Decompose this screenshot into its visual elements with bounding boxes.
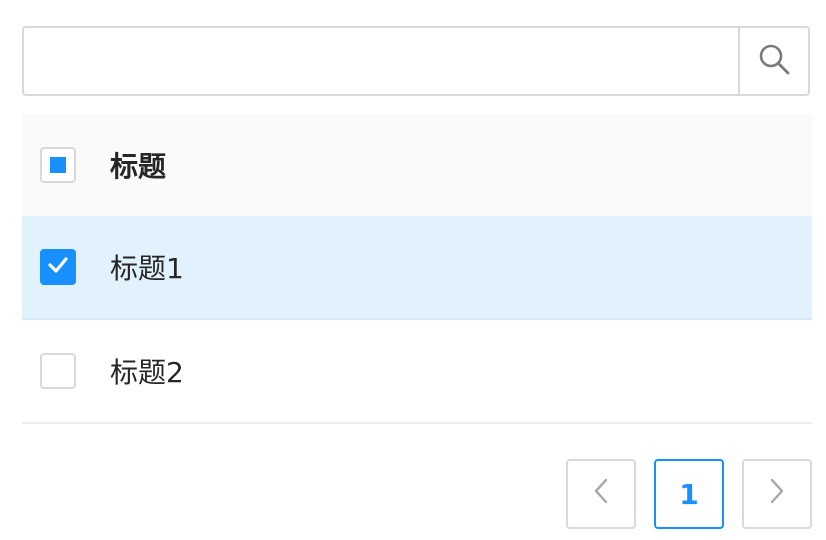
table-header-row: 标题 (22, 114, 812, 216)
chevron-left-icon (591, 477, 611, 512)
row-title: 标题1 (110, 252, 184, 285)
check-icon (47, 254, 69, 280)
row-checkbox[interactable] (40, 353, 76, 389)
header-title: 标题 (110, 150, 167, 183)
next-page-button[interactable] (742, 459, 812, 529)
prev-page-button[interactable] (566, 459, 636, 529)
search-button[interactable] (738, 28, 808, 94)
transfer-list-panel: 标题 标题1 标题2 1 (0, 0, 826, 540)
header-check-cell (22, 147, 110, 183)
indeterminate-mark (50, 157, 66, 173)
row-check-cell (22, 249, 110, 285)
select-all-checkbox[interactable] (40, 147, 76, 183)
page-button-current[interactable]: 1 (654, 459, 724, 529)
table-row[interactable]: 标题1 (22, 216, 812, 320)
row-check-cell (22, 353, 110, 389)
row-title: 标题2 (110, 356, 184, 389)
pagination: 1 (566, 459, 812, 529)
data-table: 标题 标题1 标题2 (22, 114, 812, 424)
row-checkbox[interactable] (40, 249, 76, 285)
search-icon (757, 42, 791, 80)
search-input[interactable] (24, 28, 738, 94)
table-row[interactable]: 标题2 (22, 320, 812, 424)
chevron-right-icon (767, 477, 787, 512)
search-box (22, 26, 810, 96)
